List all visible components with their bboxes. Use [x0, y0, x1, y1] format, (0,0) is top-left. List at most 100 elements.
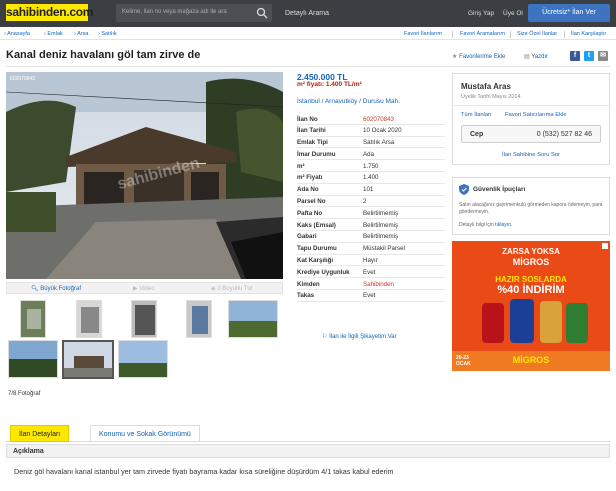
- safety-title: Güvenlik İpuçları: [473, 186, 526, 193]
- register-link[interactable]: Üye Ol: [503, 10, 523, 17]
- detail-tabs: İlan Detayları Konumu ve Sokak Görünümü: [6, 425, 610, 442]
- detail-value: Satılık Arsa: [363, 139, 395, 147]
- detail-row: Krediye Uygunluk Evet: [297, 266, 445, 279]
- search-box[interactable]: Kelime, ilan no veya mağaza adı ile ara: [116, 4, 272, 22]
- description-header: Açıklama: [6, 444, 610, 458]
- description-text: Deniz göl havalanı kanal istanbul yer ta…: [14, 467, 394, 476]
- detail-key: Ada No: [297, 186, 319, 194]
- detail-key: Krediye Uygunluk: [297, 268, 350, 276]
- advertisement-banner[interactable]: ZARSA YOKSA MİGROS HAZIR SOSLARDA %40 İN…: [452, 241, 610, 371]
- favorite-searches-link[interactable]: Favori Aramalarım: [460, 31, 505, 37]
- breadcrumb-item[interactable]: › Satılık: [98, 31, 117, 37]
- site-logo[interactable]: sahibinden.com: [6, 4, 93, 21]
- seller-all-ads-link[interactable]: Tüm İlanları: [461, 112, 492, 118]
- add-favorite-button[interactable]: ★ Favorilerime Ekle: [452, 53, 505, 60]
- photo-toolbar: 🔍︎ Büyük Fotoğraf ▶ Video ◈ 3 Boyutlu Tu…: [6, 282, 283, 294]
- photo-watermark-id: 602070843: [10, 76, 36, 82]
- search-icon[interactable]: [256, 7, 268, 19]
- large-photo-button[interactable]: 🔍︎ Büyük Fotoğraf: [31, 285, 81, 292]
- detail-value: Evet: [363, 292, 376, 300]
- detail-row: İlan No 602070843: [297, 113, 445, 125]
- detail-row: Gabari Belirtilmemiş: [297, 231, 445, 243]
- location-neighborhood[interactable]: Durusu Mah.: [363, 98, 400, 105]
- detail-key: Pafta No: [297, 209, 323, 217]
- login-link[interactable]: Giriş Yap: [468, 10, 494, 17]
- detail-row: Parsel No 2: [297, 196, 445, 208]
- ask-seller-link[interactable]: İlan Sahibine Soru Sor: [453, 152, 609, 158]
- detail-value: 602070843: [363, 115, 394, 123]
- breadcrumb-item[interactable]: › Anasayfa: [4, 31, 30, 37]
- detail-value: 101: [363, 186, 374, 194]
- detail-value: Belirtilmemiş: [363, 233, 399, 241]
- photo-count: 7/8 Fotoğraf: [8, 391, 41, 397]
- main-photo[interactable]: sahibinden 602070843: [6, 72, 283, 279]
- report-listing-link[interactable]: ⚐ İlan ile İlgili Şikayetim Var: [322, 333, 397, 340]
- phone-box[interactable]: Cep 0 (532) 527 82 46: [461, 125, 601, 143]
- detail-value: 2: [363, 198, 367, 206]
- detail-value: Evet: [363, 268, 376, 276]
- listing-location: İstanbul / Arnavutköy / Durusu Mah.: [297, 98, 401, 105]
- breadcrumb-item[interactable]: › Emlak: [44, 31, 63, 37]
- detail-key: m²: [297, 162, 305, 170]
- location-city[interactable]: İstanbul: [297, 98, 320, 105]
- thumbnail[interactable]: [186, 300, 212, 338]
- free-ad-button[interactable]: Ücretsiz* İlan Ver: [528, 4, 610, 22]
- detail-row: İlan Tarihi 10 Ocak 2020: [297, 125, 445, 137]
- detail-key: Kat Karşılığı: [297, 257, 334, 265]
- detail-key: m² Fiyatı: [297, 174, 323, 182]
- location-district[interactable]: Arnavutköy: [325, 98, 358, 105]
- thumbnail-strip: [6, 296, 283, 382]
- thumbnail[interactable]: [8, 340, 58, 378]
- ad-footer-brand: MİGROS: [512, 355, 550, 365]
- thumbnail[interactable]: [76, 300, 102, 338]
- detail-value: Hayır: [363, 257, 378, 265]
- seller-since: Üyelik Tarihi Mayıs 2014: [461, 94, 521, 100]
- video-button: ▶ Video: [133, 286, 155, 292]
- ad-brand: MİGROS: [512, 257, 550, 267]
- safety-detail-link[interactable]: tıklayın.: [495, 222, 512, 228]
- divider: [510, 31, 511, 38]
- print-button[interactable]: ▤ Yazdır: [524, 53, 548, 60]
- detail-value: Sahibinden: [363, 280, 394, 288]
- add-favorite-seller-link[interactable]: Favori Satıcılarıma Ekle: [505, 112, 567, 118]
- detail-key: Gabari: [297, 233, 317, 241]
- detail-row: Takas Evet: [297, 290, 445, 302]
- video-icon: ▶: [133, 286, 138, 292]
- safety-text: Satın alacağınız gayrimenkulü görmeden k…: [459, 202, 603, 215]
- tab-location[interactable]: Konumu ve Sokak Görünümü: [90, 425, 200, 442]
- search-placeholder: Kelime, ilan no veya mağaza adı ile ara: [122, 9, 227, 15]
- breadcrumb-item[interactable]: › Arsa: [74, 31, 88, 37]
- detail-key: Tapu Durumu: [297, 245, 337, 253]
- detail-key: Kaks (Emsal): [297, 221, 336, 229]
- facebook-icon[interactable]: f: [570, 51, 580, 61]
- detail-key: Kimden: [297, 280, 320, 288]
- ad-discount: %40 İNDİRİM: [497, 284, 565, 296]
- detail-value: Belirtilmemiş: [363, 209, 399, 217]
- phone-number: 0 (532) 527 82 46: [536, 131, 592, 138]
- mail-icon[interactable]: ✉: [598, 51, 608, 61]
- detail-row: Ada No 101: [297, 184, 445, 196]
- tab-listing-details[interactable]: İlan Detayları: [10, 425, 70, 442]
- shield-icon: [459, 184, 469, 195]
- safety-detail: Detaylı bilgi için tıklayın.: [459, 222, 513, 228]
- divider: [453, 105, 609, 106]
- thumbnail[interactable]: [228, 300, 278, 338]
- twitter-icon[interactable]: t: [584, 51, 594, 61]
- ad-subline: HAZIR SOSLARDA: [495, 275, 567, 284]
- compare-listings-link[interactable]: İlan Karşılaştır: [571, 31, 606, 37]
- thumbnail[interactable]: [20, 300, 46, 338]
- thumbnail[interactable]: [118, 340, 168, 378]
- thumbnail[interactable]: [131, 300, 157, 338]
- house-photo: sahibinden: [6, 72, 283, 279]
- special-listings-link[interactable]: Size Özel İlanlar: [517, 31, 557, 37]
- virtual-tour-button: ◈ 3 Boyutlu Tur: [211, 286, 253, 292]
- detail-key: Parsel No: [297, 198, 326, 206]
- detail-key: Takas: [297, 292, 315, 300]
- detail-row: m² 1.750: [297, 160, 445, 172]
- thumbnail-selected[interactable]: [62, 340, 114, 379]
- divider: [452, 31, 453, 38]
- favorite-listings-link[interactable]: Favori İlanlarım: [404, 31, 442, 37]
- seller-card: Mustafa Aras Üyelik Tarihi Mayıs 2014 Tü…: [452, 73, 610, 165]
- detail-key: İmar Durumu: [297, 150, 336, 158]
- advanced-search-link[interactable]: Detaylı Arama: [285, 10, 329, 17]
